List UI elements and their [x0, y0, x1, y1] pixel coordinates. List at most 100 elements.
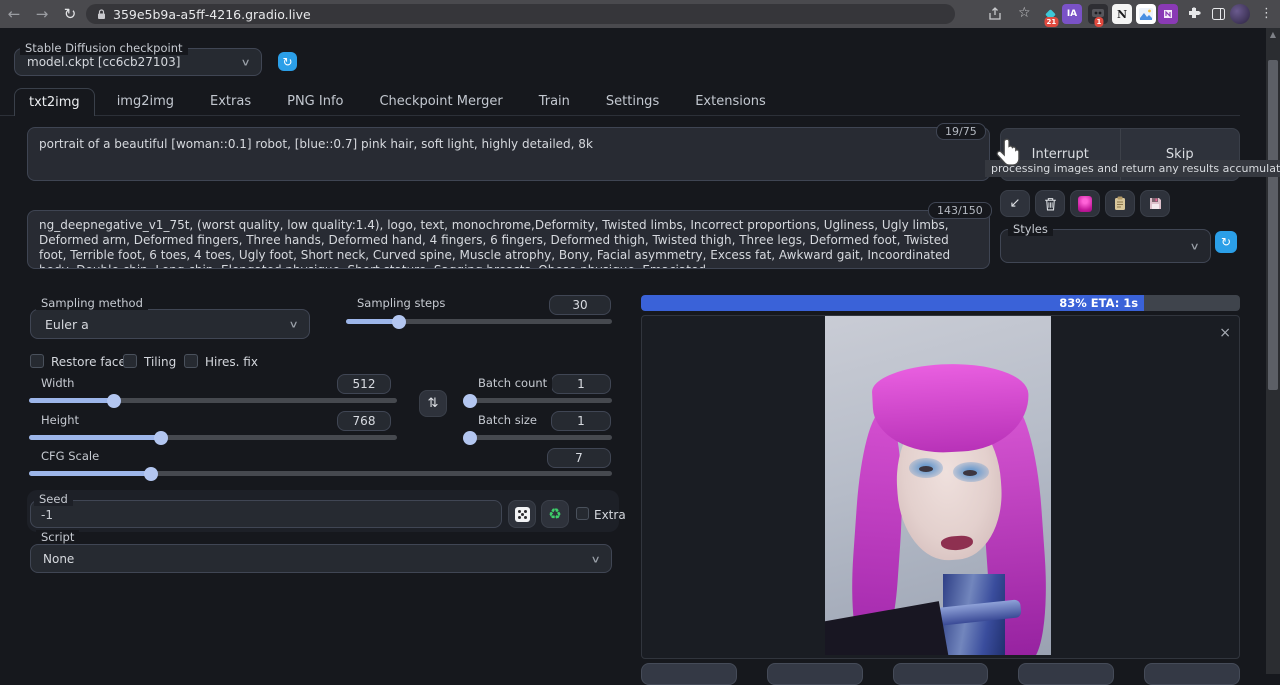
styles-label: Styles	[1008, 222, 1053, 236]
main-tabbar: txt2img img2img Extras PNG Info Checkpoi…	[0, 88, 1240, 116]
scrollbar-thumb[interactable]	[1268, 60, 1278, 390]
refresh-icon: ↻	[1221, 235, 1231, 249]
sidebar-panel-icon[interactable]	[1208, 4, 1228, 24]
hires-fix-checkbox[interactable]	[184, 354, 198, 368]
restore-faces-label: Restore faces	[51, 355, 132, 369]
script-label: Script	[36, 530, 79, 544]
interrupt-tooltip: processing images and return any results…	[985, 160, 1280, 177]
hires-fix-label: Hires. fix	[205, 355, 258, 369]
floppy-disk-icon	[1149, 197, 1162, 210]
gallery-action-button[interactable]	[1144, 663, 1240, 685]
tab-extensions[interactable]: Extensions	[681, 88, 780, 115]
recycle-icon: ♻	[548, 505, 561, 523]
tiling-checkbox[interactable]	[123, 354, 137, 368]
sampling-method-dropdown[interactable]: Euler a ∨	[30, 309, 310, 339]
extra-networks-card-icon	[1078, 196, 1092, 212]
lock-icon	[97, 9, 106, 20]
tab-checkpoint-merger[interactable]: Checkpoint Merger	[365, 88, 516, 115]
cfg-scale-label: CFG Scale	[36, 449, 104, 463]
reuse-seed-button[interactable]: ♻	[541, 500, 569, 528]
checkpoint-value: model.ckpt [cc6cb27103]	[27, 55, 180, 69]
page-scrollbar[interactable]: ▲	[1266, 28, 1280, 674]
chevron-down-icon: ∨	[240, 58, 250, 69]
save-style-button[interactable]	[1140, 190, 1170, 217]
extra-seed-checkbox[interactable]	[576, 507, 589, 520]
extra-networks-button[interactable]	[1070, 190, 1100, 217]
cfg-scale-input[interactable]: 7	[547, 448, 611, 468]
ext-ia-icon[interactable]: IA	[1062, 4, 1082, 24]
scroll-up-icon[interactable]: ▲	[1266, 30, 1280, 39]
tab-img2img[interactable]: img2img	[103, 88, 188, 115]
negative-prompt-input[interactable]: ng_deepnegative_v1_75t, (worst quality, …	[27, 210, 990, 269]
prompt-token-counter: 19/75	[936, 123, 986, 140]
close-icon[interactable]: ×	[1219, 326, 1231, 340]
negative-prompt-text: ng_deepnegative_v1_75t, (worst quality, …	[39, 218, 950, 269]
profile-avatar[interactable]	[1230, 4, 1250, 24]
gallery-actions-row	[641, 663, 1240, 685]
cfg-scale-slider[interactable]	[29, 471, 612, 476]
ext-dark-app-icon[interactable]: 1	[1088, 4, 1108, 24]
apply-styles-button[interactable]	[1105, 190, 1135, 217]
restore-faces-checkbox[interactable]	[30, 354, 44, 368]
random-seed-button[interactable]	[508, 500, 536, 528]
swap-icon: ⇅	[428, 396, 439, 411]
seed-label: Seed	[34, 492, 73, 506]
clear-prompt-button[interactable]	[1035, 190, 1065, 217]
negative-token-counter: 143/150	[928, 202, 992, 219]
portrait-pupil	[919, 466, 933, 472]
share-icon[interactable]	[988, 7, 1003, 21]
script-dropdown[interactable]: None ∨	[30, 544, 612, 573]
progress-fill: 83% ETA: 1s	[641, 295, 1144, 311]
ext-notion-icon[interactable]: N	[1112, 4, 1132, 24]
checkpoint-label: Stable Diffusion checkpoint	[20, 41, 188, 55]
paste-generation-params-button[interactable]: ↙	[1000, 190, 1030, 217]
tab-txt2img[interactable]: txt2img	[14, 88, 95, 116]
prompt-text: portrait of a beautiful [woman::0.1] rob…	[39, 137, 593, 151]
progress-text: 83% ETA: 1s	[1059, 296, 1138, 310]
gallery-action-button[interactable]	[893, 663, 989, 685]
height-input[interactable]: 768	[337, 411, 391, 431]
batch-count-slider[interactable]	[467, 398, 612, 403]
ext-onenote-icon[interactable]	[1158, 4, 1178, 24]
sampling-method-value: Euler a	[45, 317, 89, 332]
width-slider[interactable]	[29, 398, 397, 403]
styles-refresh-button[interactable]: ↻	[1215, 231, 1237, 253]
extensions-puzzle-icon[interactable]	[1184, 4, 1204, 24]
gallery-action-button[interactable]	[641, 663, 737, 685]
checkpoint-refresh-button[interactable]: ↻	[278, 52, 297, 71]
sampling-steps-slider[interactable]	[346, 319, 612, 324]
ext-gem-icon[interactable]: 21	[1040, 4, 1060, 24]
ext-photos-icon[interactable]	[1136, 4, 1156, 24]
reload-icon[interactable]: ↻	[56, 5, 84, 23]
sampling-steps-input[interactable]: 30	[549, 295, 611, 315]
tab-extras[interactable]: Extras	[196, 88, 265, 115]
gallery-action-button[interactable]	[1018, 663, 1114, 685]
address-bar[interactable]: 359e5b9a-a5ff-4216.gradio.live	[86, 4, 955, 24]
generated-image-preview[interactable]	[825, 316, 1051, 655]
batch-count-input[interactable]: 1	[551, 374, 611, 394]
tab-settings[interactable]: Settings	[592, 88, 673, 115]
swap-dimensions-button[interactable]: ⇅	[419, 390, 447, 417]
paste-arrow-icon: ↙	[1010, 196, 1021, 211]
batch-size-slider[interactable]	[467, 435, 612, 440]
width-input[interactable]: 512	[337, 374, 391, 394]
chevron-down-icon: ∨	[1189, 242, 1199, 253]
height-slider[interactable]	[29, 435, 397, 440]
tab-train[interactable]: Train	[525, 88, 584, 115]
prompt-input[interactable]: portrait of a beautiful [woman::0.1] rob…	[27, 127, 990, 181]
sampling-method-label: Sampling method	[36, 296, 148, 310]
tiling-label: Tiling	[144, 355, 176, 369]
clipboard-icon	[1114, 196, 1126, 211]
back-icon[interactable]: ←	[0, 5, 28, 23]
dice-icon	[515, 507, 530, 522]
bookmark-star-icon[interactable]: ☆	[1018, 5, 1031, 21]
trash-icon	[1044, 197, 1057, 211]
seed-input[interactable]: -1	[30, 500, 502, 528]
browser-menu-icon[interactable]: ⋮	[1260, 6, 1273, 21]
tab-png-info[interactable]: PNG Info	[273, 88, 357, 115]
chevron-down-icon: ∨	[288, 320, 298, 331]
forward-icon[interactable]: →	[28, 5, 56, 23]
portrait-pupil	[963, 470, 977, 476]
batch-size-input[interactable]: 1	[551, 411, 611, 431]
gallery-action-button[interactable]	[767, 663, 863, 685]
